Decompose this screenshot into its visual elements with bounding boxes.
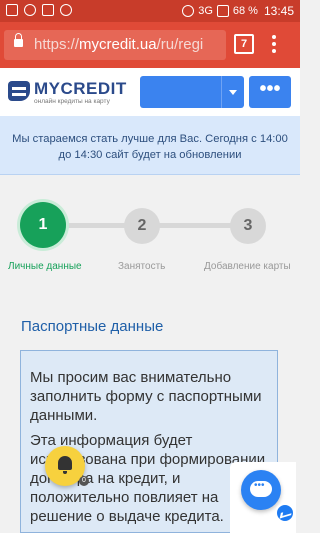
- step-1-circle: 1: [20, 202, 66, 248]
- tab-switcher-button[interactable]: 7: [234, 34, 254, 54]
- url-text[interactable]: https://mycredit.ua/ru/regi: [34, 36, 224, 53]
- battery-text: 68 %: [232, 5, 258, 17]
- info-paragraph-1: Мы просим вас внимательно заполнить форм…: [30, 369, 262, 424]
- section-title: Паспортные данные: [21, 318, 164, 335]
- step-1-label: Личные данные: [8, 261, 82, 272]
- step-2-label: Занятость: [118, 261, 166, 272]
- signal-icon: [216, 5, 229, 17]
- maintenance-notice: Мы стараемся стать лучше для Вас. Сегодн…: [0, 116, 300, 175]
- notice-text: Мы стараемся стать лучше для Вас. Сегодн…: [12, 133, 288, 161]
- url-path: /ru/regi: [156, 36, 204, 53]
- network-type: 3G: [198, 5, 213, 17]
- chevron-down-icon[interactable]: [221, 76, 244, 108]
- step-3-circle: 3: [230, 208, 266, 244]
- chat-button[interactable]: [241, 470, 281, 510]
- browser-menu-icon[interactable]: [272, 35, 278, 53]
- chat-bubble-icon: [250, 480, 272, 497]
- clock: 13:45: [263, 4, 294, 18]
- logo-tagline: онлайн кредиты на карту: [34, 98, 110, 105]
- logo-name[interactable]: MYCREDIT: [34, 79, 127, 99]
- browser-toolbar: https://mycredit.ua/ru/regi 7: [0, 22, 300, 68]
- url-host: mycredit.ua: [79, 36, 157, 53]
- logo-icon[interactable]: [8, 81, 30, 101]
- progress-steps: 1 2 3 Личные данные Занятость Добавление…: [0, 186, 300, 286]
- gallery-icon: [42, 4, 54, 16]
- bell-icon: [58, 456, 72, 474]
- more-menu-button[interactable]: •••: [249, 76, 291, 108]
- notification-icon: [60, 4, 72, 16]
- site-header: MYCREDIT онлайн кредиты на карту •••: [0, 68, 300, 116]
- bell-count-badge: 0: [79, 476, 89, 486]
- status-bar: 3G 68 % 13:45: [0, 0, 300, 22]
- address-bar[interactable]: https://mycredit.ua/ru/regi: [4, 30, 226, 60]
- messenger-icon[interactable]: [275, 503, 295, 523]
- instagram-icon: [24, 4, 36, 16]
- mail-icon: [6, 4, 18, 16]
- step-2-circle: 2: [124, 208, 160, 244]
- language-select[interactable]: [140, 76, 244, 108]
- step-3-label: Добавление карты: [204, 261, 291, 272]
- notification-bell-button[interactable]: 0: [45, 446, 89, 486]
- url-prefix: https://: [34, 36, 80, 53]
- lock-icon: [14, 33, 23, 47]
- alarm-icon: [182, 5, 195, 17]
